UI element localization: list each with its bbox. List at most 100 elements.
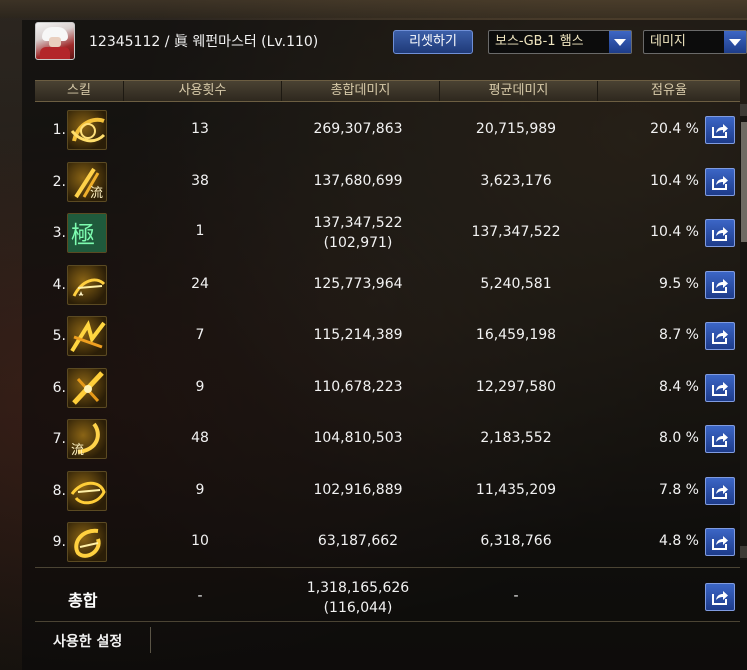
share-icon — [712, 227, 728, 241]
chevron-down-icon[interactable] — [724, 31, 746, 53]
table-row: 8. 9 102,916,889 11,435,209 7.8 % — [35, 465, 740, 517]
column-header-share[interactable]: 점유율 — [598, 81, 740, 101]
total-damage: 1,318,165,626 — [306, 580, 410, 596]
thrust-spark-icon[interactable] — [67, 265, 107, 305]
whirl-slash-icon[interactable] — [67, 471, 107, 511]
chevron-down-icon[interactable] — [609, 31, 631, 53]
slash-crescent-icon[interactable] — [67, 110, 107, 150]
scroll-down-button[interactable] — [740, 546, 747, 558]
share-skill-button[interactable] — [705, 425, 735, 453]
table-row: 7. 流 48 104,810,503 2,183,552 8.0 % — [35, 413, 740, 465]
column-header-uses[interactable]: 사용횟수 — [124, 81, 282, 101]
svg-text:流: 流 — [71, 443, 84, 458]
row-rank: 6. — [52, 380, 66, 396]
share-skill-button[interactable] — [705, 116, 735, 144]
footer-divider — [35, 621, 740, 622]
table-row: 2. 流 38 137,680,699 3,623,176 10.4 % — [35, 156, 740, 208]
flow-crescent-icon[interactable]: 流 — [67, 419, 107, 459]
share-icon — [712, 591, 728, 605]
share-skill-button[interactable] — [705, 374, 735, 402]
row-avg-damage: 137,347,522 — [471, 224, 561, 240]
row-total-damage: 137,347,522 — [313, 215, 403, 231]
row-share: 10.4 % — [650, 173, 699, 189]
total-avg: - — [513, 588, 519, 604]
row-total-damage: 115,214,389 — [313, 327, 403, 343]
character-avatar — [35, 22, 75, 60]
row-share: 20.4 % — [650, 121, 699, 137]
column-header-avg-damage[interactable]: 평균데미지 — [440, 81, 598, 101]
row-rank: 9. — [52, 534, 66, 550]
share-icon — [712, 536, 728, 550]
row-uses: 10 — [191, 533, 209, 549]
row-total-damage: 63,187,662 — [317, 533, 399, 549]
spiral-cut-icon[interactable] — [67, 522, 107, 562]
share-skill-button[interactable] — [705, 219, 735, 247]
reset-button[interactable]: 리셋하기 — [393, 30, 473, 54]
share-skill-button[interactable] — [705, 168, 735, 196]
row-rank: 5. — [52, 328, 66, 344]
share-skill-button[interactable] — [705, 271, 735, 299]
row-total-damage: 104,810,503 — [313, 430, 403, 446]
row-share: 9.5 % — [658, 276, 699, 292]
row-rank: 8. — [52, 483, 66, 499]
share-skill-button[interactable] — [705, 477, 735, 505]
metric-select[interactable]: 데미지 — [643, 30, 747, 54]
row-avg-damage: 12,297,580 — [475, 379, 557, 395]
row-total-damage: 137,680,699 — [313, 173, 403, 189]
row-uses: 24 — [191, 276, 209, 292]
row-rank: 1. — [52, 122, 66, 138]
row-total-damage: 125,773,964 — [313, 276, 403, 292]
table-header: 스킬 사용횟수 총합데미지 평균데미지 점유율 — [35, 80, 740, 102]
target-select-value: 보스-GB-1 햄스 — [495, 34, 584, 49]
row-avg-damage: 16,459,198 — [475, 327, 557, 343]
row-uses: 1 — [195, 223, 205, 239]
table-row: 5. 7 115,214,389 16,459,198 8.7 % — [35, 310, 740, 362]
row-uses: 38 — [191, 173, 209, 189]
share-total-button[interactable] — [705, 583, 735, 611]
share-skill-button[interactable] — [705, 322, 735, 350]
burst-slash-icon[interactable] — [67, 316, 107, 356]
row-uses: 9 — [195, 379, 205, 395]
column-header-skill[interactable]: 스킬 — [35, 81, 124, 101]
row-rank: 3. — [52, 225, 66, 241]
row-total-damage: 102,916,889 — [313, 482, 403, 498]
target-select[interactable]: 보스-GB-1 햄스 — [488, 30, 632, 54]
row-uses: 9 — [195, 482, 205, 498]
footer-separator — [150, 627, 151, 653]
row-avg-damage: 5,240,581 — [480, 276, 552, 292]
table-row: 9. 10 63,187,662 6,318,766 4.8 % — [35, 516, 740, 568]
share-icon — [712, 433, 728, 447]
column-header-total-damage[interactable]: 총합데미지 — [282, 81, 440, 101]
row-uses: 48 — [191, 430, 209, 446]
total-label: 총합 — [68, 591, 98, 610]
table-row: 6. 9 110,678,223 12,297,580 8.4 % — [35, 362, 740, 414]
row-rank: 4. — [52, 277, 66, 293]
total-divider — [35, 567, 740, 568]
row-share: 8.7 % — [658, 327, 699, 343]
total-uses: - — [197, 588, 203, 604]
background-menu-strip — [0, 0, 747, 18]
share-icon — [712, 176, 728, 190]
share-skill-button[interactable] — [705, 528, 735, 556]
row-uses: 7 — [195, 327, 205, 343]
scroll-up-button[interactable] — [740, 104, 747, 116]
svg-text:極: 極 — [71, 221, 95, 249]
table-scrollbar[interactable] — [740, 104, 747, 560]
row-share: 7.8 % — [658, 482, 699, 498]
share-icon — [712, 382, 728, 396]
row-avg-damage: 2,183,552 — [480, 430, 552, 446]
flow-slash-icon[interactable]: 流 — [67, 162, 107, 202]
blade-storm-icon[interactable] — [67, 368, 107, 408]
row-rank: 2. — [52, 174, 66, 190]
used-settings-label[interactable]: 사용한 설정 — [53, 631, 122, 651]
row-avg-damage: 6,318,766 — [480, 533, 552, 549]
row-share: 10.4 % — [650, 224, 699, 240]
row-share: 8.0 % — [658, 430, 699, 446]
table-row: 1. 13 269,307,863 20,715,989 20.4 % — [35, 104, 740, 156]
row-avg-damage: 11,435,209 — [475, 482, 557, 498]
metric-select-value: 데미지 — [650, 34, 686, 49]
row-share: 4.8 % — [658, 533, 699, 549]
row-total-damage: 110,678,223 — [313, 379, 403, 395]
kanji-emblem-icon[interactable]: 極 — [67, 213, 107, 253]
scroll-thumb[interactable] — [741, 122, 747, 242]
